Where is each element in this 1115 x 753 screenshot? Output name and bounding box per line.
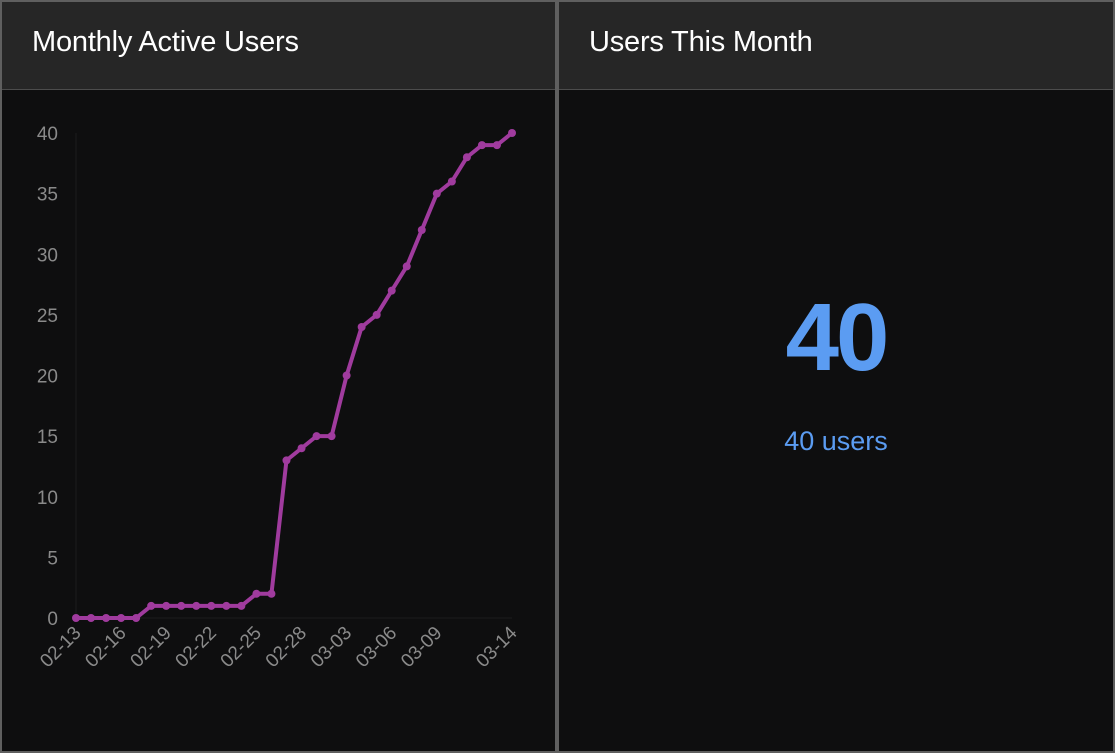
data-point[interactable] <box>297 444 306 453</box>
data-point[interactable] <box>432 189 441 198</box>
data-point[interactable] <box>282 456 291 465</box>
data-point[interactable] <box>372 310 381 319</box>
data-point[interactable] <box>72 614 80 622</box>
data-point[interactable] <box>102 614 111 622</box>
y-tick-label: 5 <box>47 548 58 569</box>
y-tick-label: 30 <box>37 245 58 266</box>
data-point[interactable] <box>447 177 456 186</box>
data-point[interactable] <box>87 614 96 622</box>
data-point[interactable] <box>162 601 171 610</box>
data-point[interactable] <box>462 153 471 162</box>
y-tick-label: 15 <box>37 427 58 448</box>
series-line <box>74 131 514 620</box>
data-point[interactable] <box>147 601 156 610</box>
y-tick-label: 25 <box>37 306 58 327</box>
kpi-caption: 40 users <box>784 426 888 456</box>
line-chart: 051015202530354002-1302-1602-1902-2202-2… <box>36 124 522 672</box>
x-tick-label: 03-03 <box>307 623 356 672</box>
kpi-body: 40 40 users <box>559 90 1113 751</box>
data-point[interactable] <box>132 614 141 622</box>
data-point[interactable] <box>117 614 126 622</box>
x-tick-label: 03-06 <box>352 623 401 672</box>
y-tick-label: 20 <box>37 367 58 388</box>
data-point[interactable] <box>477 141 486 150</box>
panel-title: Users This Month <box>589 26 813 58</box>
data-point[interactable] <box>417 226 426 234</box>
x-tick-label: 02-22 <box>172 623 221 672</box>
data-point[interactable] <box>267 589 276 598</box>
data-point[interactable] <box>387 286 396 295</box>
x-tick-label: 03-14 <box>472 622 522 672</box>
data-point[interactable] <box>192 601 201 610</box>
x-tick-label: 02-28 <box>262 623 311 672</box>
y-tick-label: 40 <box>37 124 58 145</box>
y-tick-label: 0 <box>47 609 58 630</box>
panel-title: Monthly Active Users <box>32 26 299 58</box>
data-point[interactable] <box>177 601 186 610</box>
data-point[interactable] <box>207 601 216 610</box>
data-point[interactable] <box>222 601 231 610</box>
x-tick-label: 02-16 <box>81 623 130 672</box>
data-point[interactable] <box>312 432 321 441</box>
x-tick-label: 02-19 <box>127 623 176 672</box>
data-point[interactable] <box>402 262 411 271</box>
y-tick-label: 10 <box>37 488 58 509</box>
panel-header: Users This Month <box>559 2 1113 90</box>
data-point[interactable] <box>508 129 516 137</box>
monthly-active-users-panel: Monthly Active Users 0 5 10 15 20 25 30 35 40 02-… <box>2 2 555 751</box>
data-point[interactable] <box>252 589 261 598</box>
users-this-month-panel: Users This Month 40 40 users <box>559 2 1113 751</box>
x-tick-label: 02-13 <box>36 623 85 672</box>
x-tick-label: 02-25 <box>217 623 266 672</box>
panel-header: Monthly Active Users <box>2 2 555 90</box>
data-point[interactable] <box>492 141 501 150</box>
kpi-value: 40 <box>785 284 890 391</box>
data-point[interactable] <box>327 432 336 441</box>
x-tick-label: 03-09 <box>397 623 446 672</box>
data-point[interactable] <box>237 601 246 610</box>
y-tick-label: 35 <box>37 185 58 206</box>
data-point[interactable] <box>357 323 366 331</box>
data-point[interactable] <box>342 371 351 380</box>
